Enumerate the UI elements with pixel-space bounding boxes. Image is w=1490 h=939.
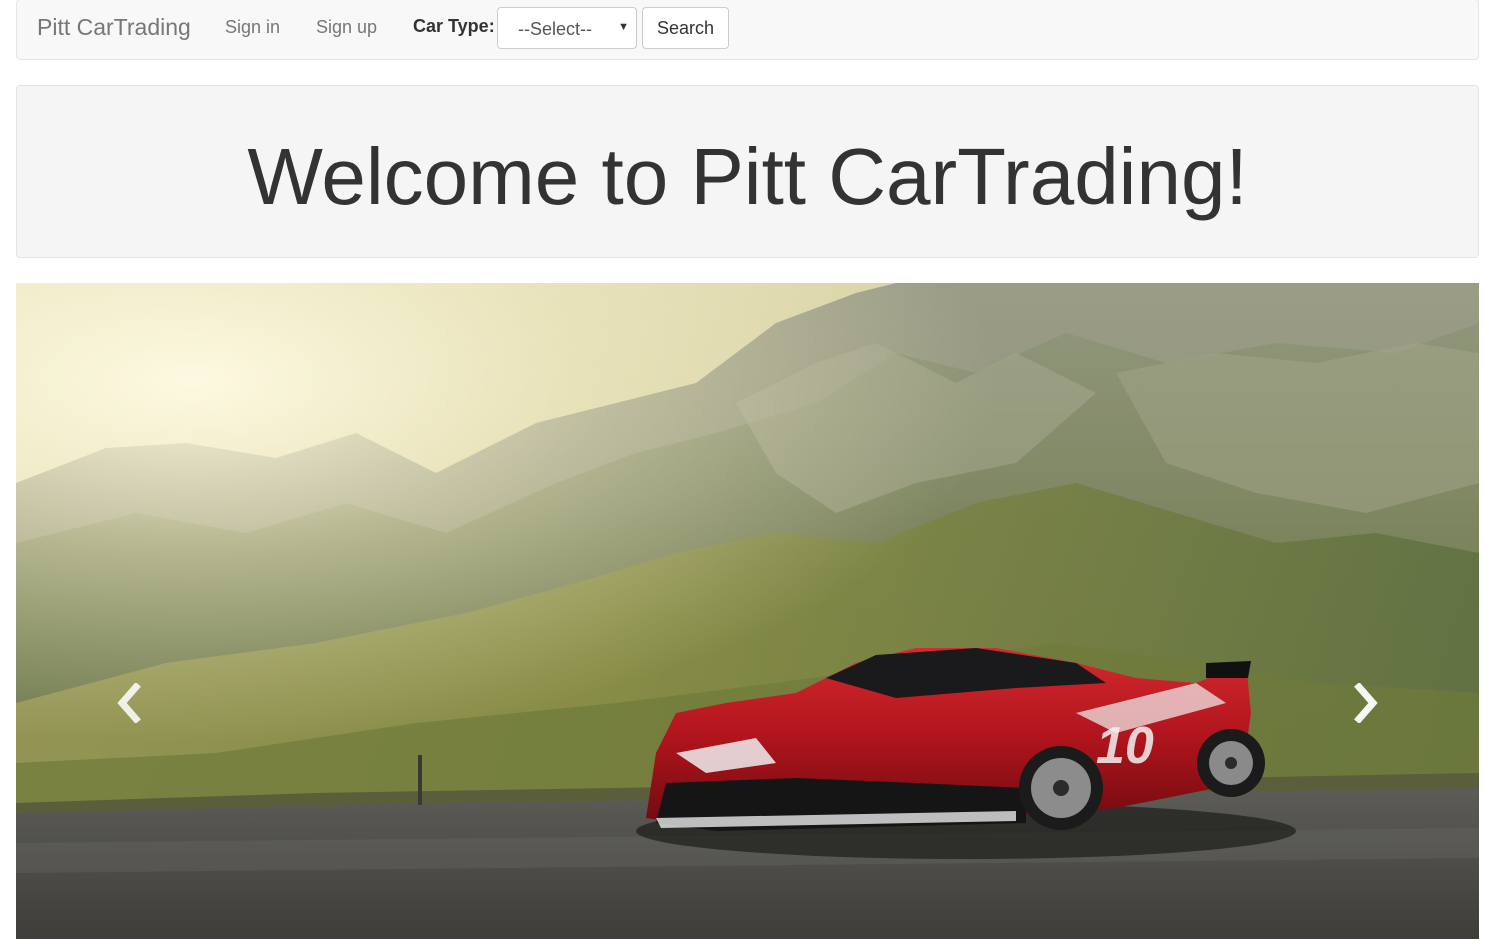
page-title: Welcome to Pitt CarTrading! [247,132,1248,221]
car-type-select[interactable]: --Select-- ▼ [497,7,637,49]
brand-link[interactable]: Pitt CarTrading [37,14,191,41]
chevron-left-icon [117,683,141,723]
caret-down-icon: ▼ [618,21,629,33]
search-button[interactable]: Search [642,7,729,49]
welcome-jumbotron: Welcome to Pitt CarTrading! [16,85,1479,258]
sign-up-link[interactable]: Sign up [316,17,377,38]
chevron-right-icon [1354,683,1378,723]
top-navbar: Pitt CarTrading Sign in Sign up Car Type… [16,0,1479,60]
car-type-selected-value: --Select-- [518,19,593,39]
carousel-next-button[interactable] [1259,283,1479,939]
car-type-label: Car Type: [413,16,495,36]
carousel-prev-button[interactable] [16,283,236,939]
sign-in-link[interactable]: Sign in [225,17,280,38]
car-number-text: 10 [1096,717,1154,775]
image-carousel: 10 [16,283,1479,939]
